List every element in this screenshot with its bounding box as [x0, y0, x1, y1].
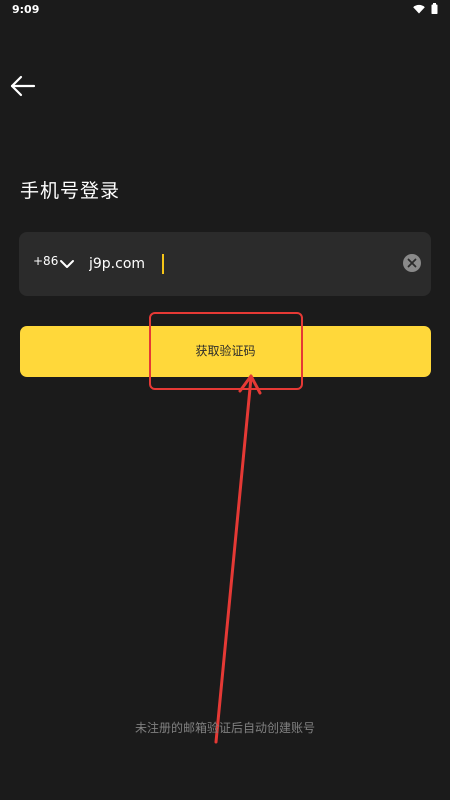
- battery-icon: [431, 3, 438, 14]
- clear-icon: [407, 258, 417, 268]
- country-code-selector[interactable]: +86: [33, 254, 58, 268]
- status-time: 9:09: [12, 3, 40, 16]
- status-icons: [413, 3, 438, 14]
- clear-button[interactable]: [403, 254, 421, 272]
- get-code-button[interactable]: 获取验证码: [20, 326, 431, 377]
- phone-field: +86: [19, 232, 431, 296]
- text-caret: [162, 254, 164, 274]
- footer-note: 未注册的邮箱验证后自动创建账号: [134, 721, 315, 735]
- phone-input[interactable]: [89, 254, 389, 274]
- wifi-icon: [413, 4, 425, 13]
- chevron-down-icon[interactable]: [59, 258, 75, 270]
- arrow-left-icon: [10, 75, 36, 97]
- status-bar: 9:09: [0, 0, 450, 20]
- back-button[interactable]: [8, 72, 38, 100]
- page-title: 手机号登录: [20, 180, 121, 202]
- annotation-arrow: [214, 374, 262, 744]
